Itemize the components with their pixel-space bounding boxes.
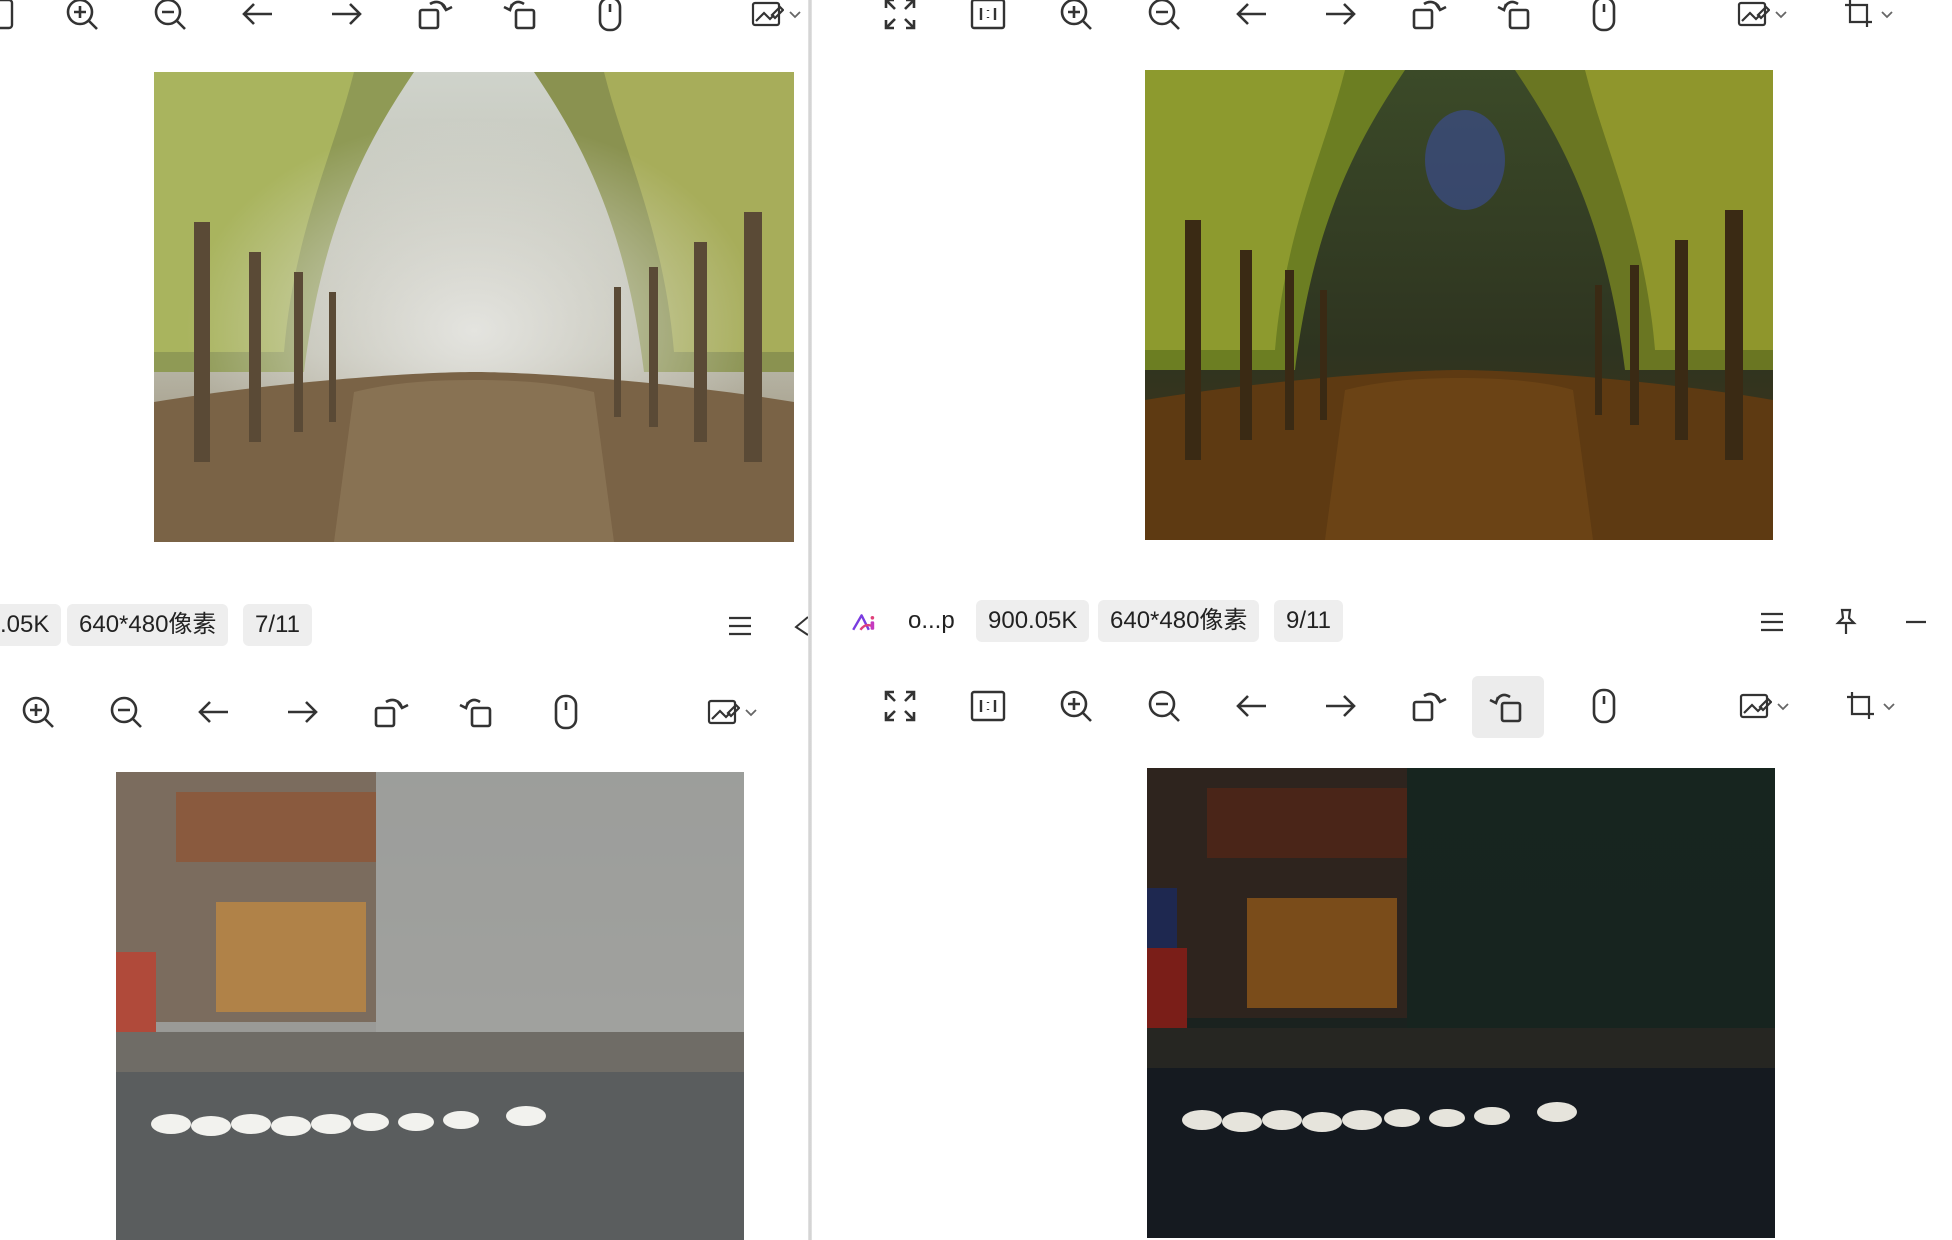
mouse-mode-icon[interactable] [582,0,638,42]
previous-arrow-icon[interactable] [230,0,286,42]
resolution-badge: 640*480像素 [1098,600,1260,642]
rotate-right-icon[interactable] [1488,0,1544,42]
app-logo-icon [792,604,808,648]
mouse-mode-icon[interactable] [1576,678,1632,734]
photo-misty-river-geese [116,772,744,1240]
previous-arrow-icon[interactable] [1224,678,1280,734]
zoom-out-icon[interactable] [98,684,154,740]
rotate-left-icon[interactable] [406,0,462,42]
next-arrow-icon[interactable] [318,0,374,42]
photo-dehazed-river-geese [1147,768,1775,1238]
image-edit-dropdown[interactable] [1736,0,1788,42]
viewer-window-top-left [0,0,808,580]
resolution-badge: 640*480像素 [67,604,229,646]
chevron-down-icon [789,11,801,19]
rotate-left-icon[interactable] [1400,0,1456,42]
next-arrow-icon[interactable] [1312,0,1368,42]
rotate-right-icon[interactable] [494,0,550,42]
viewer-window-bottom-left: .05K 640*480像素 7/11 [0,580,808,1240]
photo-dehazed-forest-road [1145,70,1773,540]
mouse-mode-icon[interactable] [1576,0,1632,42]
next-arrow-icon[interactable] [1312,678,1368,734]
image-index-badge: 9/11 [1274,600,1343,642]
title-bar[interactable]: .05K 640*480像素 7/11 [0,580,808,654]
minimize-icon[interactable] [1894,600,1938,644]
viewer-window-top-right [812,0,1952,576]
menu-icon[interactable] [1750,600,1794,644]
app-logo-icon [842,600,892,644]
file-size-badge: 900.05K [976,600,1090,642]
image-edit-dropdown[interactable] [706,684,758,740]
one-to-one-icon[interactable] [960,678,1016,734]
rotate-left-icon[interactable] [1400,678,1456,734]
previous-arrow-icon[interactable] [1224,0,1280,42]
image-edit-dropdown[interactable] [750,0,802,42]
actual-size-icon[interactable] [0,0,26,42]
image-edit-icon [707,699,740,725]
image-edit-icon [751,1,784,27]
zoom-in-icon[interactable] [10,684,66,740]
photo-misty-forest-road [154,72,794,542]
crop-dropdown[interactable] [1844,678,1896,734]
fit-screen-icon[interactable] [872,678,928,734]
file-size-badge: .05K [0,604,62,646]
rotate-right-icon[interactable] [450,684,506,740]
image-index-badge: 7/11 [243,604,312,646]
fit-screen-icon[interactable] [872,0,928,42]
pin-icon[interactable] [1824,600,1868,644]
mouse-mode-icon[interactable] [538,684,594,740]
image-edit-dropdown[interactable] [1738,678,1790,734]
chevron-down-icon [745,709,757,717]
app-name: o...p [908,607,955,634]
rotate-right-icon[interactable] [1472,676,1544,738]
chevron-down-icon [1777,703,1789,711]
zoom-in-icon[interactable] [1048,678,1104,734]
image-edit-icon [1739,693,1772,719]
chevron-down-icon [1883,703,1895,711]
one-to-one-icon[interactable] [960,0,1016,42]
title-bar[interactable]: o...p 900.05K 640*480像素 9/11 [812,576,1952,650]
zoom-out-icon[interactable] [142,0,198,42]
crop-icon [1845,0,1872,27]
crop-icon [1847,692,1874,719]
zoom-out-icon[interactable] [1136,0,1192,42]
chevron-down-icon [1775,11,1787,19]
zoom-in-icon[interactable] [1048,0,1104,42]
next-arrow-icon[interactable] [274,684,330,740]
crop-dropdown[interactable] [1842,0,1894,42]
rotate-left-icon[interactable] [362,684,418,740]
app-logo-svg [852,614,875,631]
zoom-out-icon[interactable] [1136,678,1192,734]
menu-icon[interactable] [718,604,762,648]
zoom-in-icon[interactable] [54,0,110,42]
previous-arrow-icon[interactable] [186,684,242,740]
image-edit-icon [1737,1,1770,27]
chevron-down-icon [1881,11,1893,19]
viewer-window-bottom-right: o...p 900.05K 640*480像素 9/11 [812,576,1952,1240]
